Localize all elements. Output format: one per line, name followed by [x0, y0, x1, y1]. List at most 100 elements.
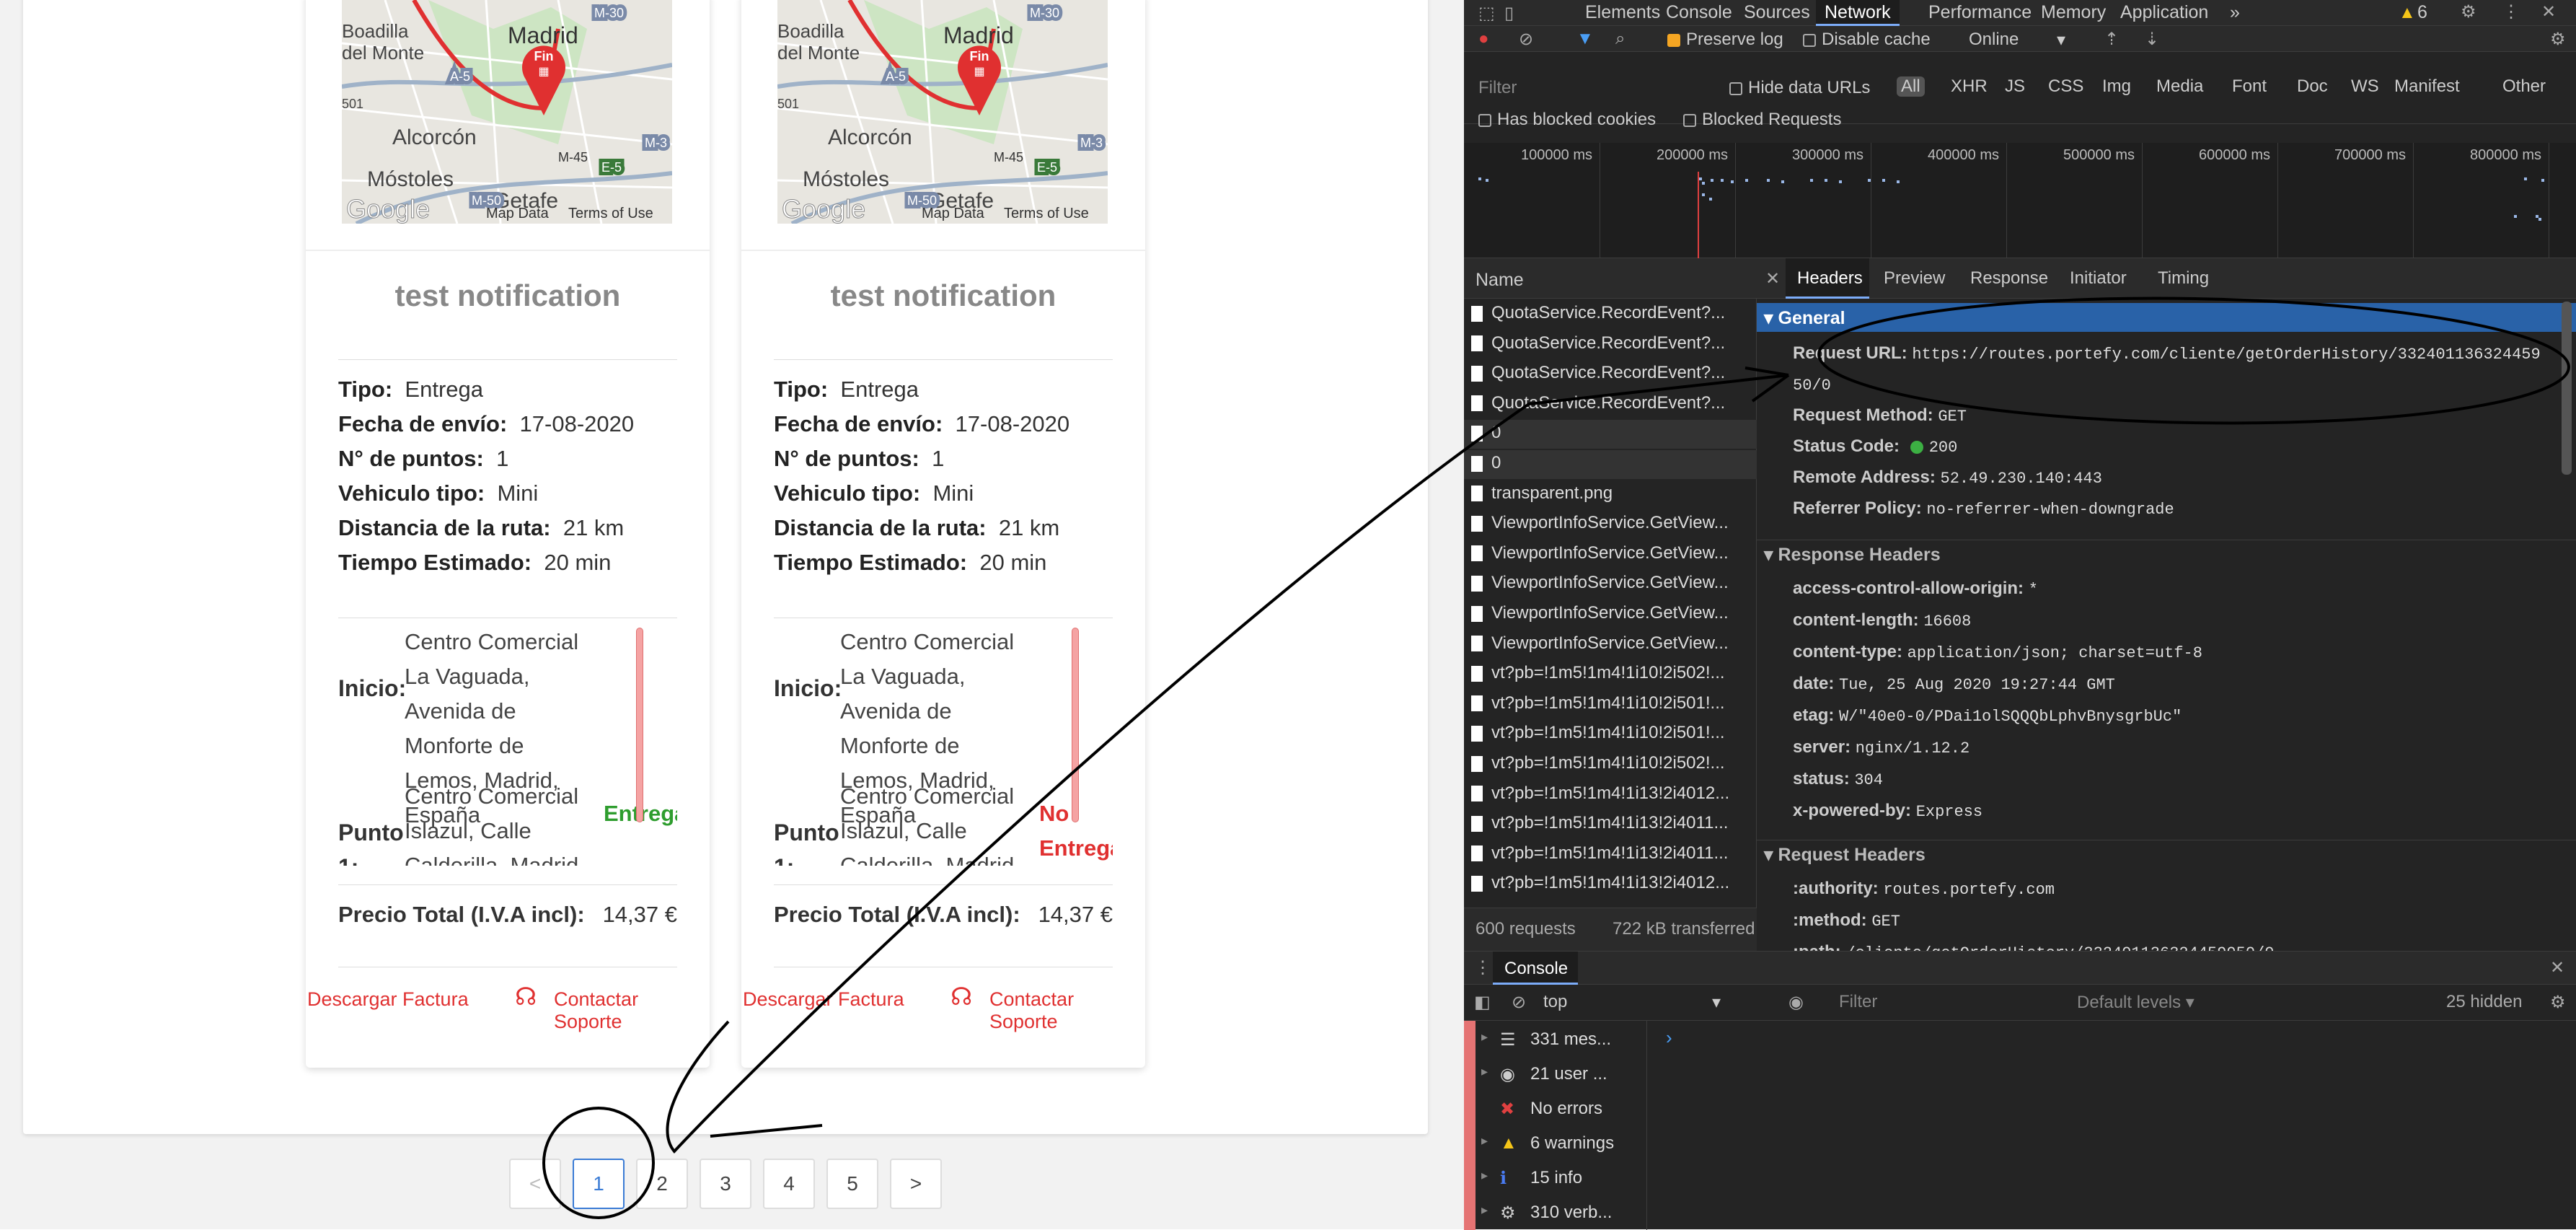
network-timeline-overview[interactable]: 100000 ms 200000 ms 300000 ms 400000 ms 5000…	[1464, 143, 2576, 258]
preserve-log-checkbox[interactable]: Preserve log	[1667, 30, 1783, 50]
tab-headers[interactable]: Headers	[1797, 268, 1863, 289]
inspect-icon[interactable]: ⬚	[1478, 3, 1495, 24]
tab-preview[interactable]: Preview	[1884, 268, 1945, 289]
has-blocked-cookies-checkbox[interactable]: Has blocked cookies	[1478, 110, 1656, 130]
page-4-button[interactable]: 4	[763, 1159, 815, 1209]
request-row[interactable]: ViewportInfoService.GetView...	[1471, 513, 1752, 533]
request-row[interactable]: transparent.png	[1471, 483, 1752, 504]
type-filter-font[interactable]: Font	[2232, 76, 2267, 97]
console-filter-item[interactable]: 310 verb...	[1530, 1203, 1612, 1223]
next-page-button[interactable]: >	[890, 1159, 942, 1209]
console-filter-item[interactable]: 6 warnings	[1530, 1133, 1614, 1154]
hide-data-urls-checkbox[interactable]: Hide data URLs	[1729, 78, 1870, 98]
request-row[interactable]: vt?pb=!1m5!1m4!1i13!2i4012...	[1471, 873, 1752, 893]
download-invoice-link[interactable]: Descargar Factura	[307, 988, 469, 1011]
context-select[interactable]: top ▾	[1543, 992, 1731, 1012]
close-details-icon[interactable]: ✕	[1765, 268, 1780, 289]
type-filter-ws[interactable]: WS	[2351, 76, 2379, 97]
page-3-button[interactable]: 3	[700, 1159, 751, 1209]
blocked-requests-checkbox[interactable]: Blocked Requests	[1683, 110, 1841, 130]
filter-icon[interactable]: ▼	[1576, 29, 1594, 49]
tab-timing[interactable]: Timing	[2158, 268, 2209, 289]
tab-performance[interactable]: Performance	[1928, 0, 2032, 26]
type-filter-media[interactable]: Media	[2156, 76, 2203, 97]
console-prompt[interactable]: ›	[1666, 1027, 1672, 1049]
route-stops-list[interactable]: Inicio: Centro Comercial La Vaguada, Ave…	[338, 625, 677, 866]
request-row[interactable]: QuotaService.RecordEvent?...	[1471, 333, 1752, 353]
kebab-menu-icon[interactable]: ⋮	[2502, 1, 2520, 22]
console-filter-item[interactable]: No errors	[1530, 1099, 1602, 1119]
page-1-button[interactable]: 1	[573, 1159, 625, 1209]
response-headers-toggle[interactable]: ▾ Response Headers	[1764, 544, 1941, 566]
tab-initiator[interactable]: Initiator	[2070, 268, 2127, 289]
type-filter-js[interactable]: JS	[2005, 76, 2025, 97]
type-filter-manifest[interactable]: Manifest	[2394, 76, 2460, 97]
request-row[interactable]: vt?pb=!1m5!1m4!1i10!2i502!...	[1471, 753, 1752, 773]
request-row[interactable]: ViewportInfoService.GetView...	[1471, 543, 1752, 563]
sidebar-toggle-icon[interactable]: ◧	[1474, 992, 1491, 1013]
contact-support-link[interactable]: Contactar Soporte	[554, 988, 710, 1033]
console-filter-item[interactable]: 21 user ...	[1530, 1064, 1607, 1084]
name-column-header[interactable]: Name	[1476, 270, 1524, 291]
request-row[interactable]: QuotaService.RecordEvent?...	[1471, 393, 1752, 413]
request-row[interactable]: vt?pb=!1m5!1m4!1i10!2i501!...	[1471, 693, 1752, 713]
request-row[interactable]: ViewportInfoService.GetView...	[1471, 633, 1752, 654]
type-filter-css[interactable]: CSS	[2048, 76, 2083, 97]
prev-page-button[interactable]: <	[509, 1159, 561, 1209]
type-filter-other[interactable]: Other	[2502, 76, 2546, 97]
device-toggle-icon[interactable]: ▯	[1504, 3, 1514, 24]
download-invoice-link[interactable]: Descargar Factura	[743, 988, 904, 1011]
stops-scrollbar[interactable]	[636, 628, 643, 822]
page-2-button[interactable]: 2	[636, 1159, 688, 1209]
import-icon[interactable]: ⇡	[2104, 29, 2119, 50]
filter-input[interactable]: Filter	[1478, 78, 1517, 98]
tab-elements[interactable]: Elements	[1585, 0, 1660, 26]
disable-cache-checkbox[interactable]: Disable cache	[1803, 30, 1931, 50]
request-row[interactable]: vt?pb=!1m5!1m4!1i10!2i502!...	[1471, 663, 1752, 683]
request-row[interactable]: vt?pb=!1m5!1m4!1i13!2i4012...	[1471, 783, 1752, 804]
tab-application[interactable]: Application	[2120, 0, 2208, 26]
tab-sources[interactable]: Sources	[1744, 0, 1810, 26]
search-icon[interactable]: ⌕	[1615, 29, 1625, 49]
clear-icon[interactable]: ⊘	[1519, 29, 1533, 50]
request-row[interactable]: 0	[1471, 423, 1752, 443]
throttle-select[interactable]: Online ▾	[1969, 30, 2070, 50]
type-filter-all[interactable]: All	[1897, 76, 1925, 97]
more-tabs-button[interactable]: »	[2230, 0, 2240, 26]
request-row[interactable]: QuotaService.RecordEvent?...	[1471, 303, 1752, 323]
console-tab[interactable]: Console	[1504, 959, 1568, 979]
stops-scrollbar[interactable]	[1072, 628, 1079, 822]
network-settings-icon[interactable]: ⚙	[2550, 29, 2566, 50]
type-filter-img[interactable]: Img	[2102, 76, 2131, 97]
type-filter-doc[interactable]: Doc	[2297, 76, 2328, 97]
console-filter-input[interactable]: Filter	[1839, 992, 1877, 1012]
general-section-toggle[interactable]: ▾ General	[1764, 307, 1845, 329]
warning-icon[interactable]: ▲	[2399, 3, 2416, 23]
tab-response[interactable]: Response	[1970, 268, 2048, 289]
request-headers-toggle[interactable]: ▾ Request Headers	[1764, 844, 1926, 866]
request-row[interactable]: ViewportInfoService.GetView...	[1471, 603, 1752, 623]
eye-icon[interactable]: ◉	[1788, 992, 1804, 1013]
close-icon[interactable]: ✕	[2541, 1, 2556, 22]
export-icon[interactable]: ⇣	[2145, 29, 2159, 50]
tab-network[interactable]: Network	[1816, 0, 1900, 26]
close-drawer-icon[interactable]: ✕	[2550, 957, 2564, 978]
log-levels-select[interactable]: Default levels ▾	[2077, 992, 2195, 1013]
console-filter-item[interactable]: 15 info	[1530, 1168, 1582, 1188]
record-icon[interactable]: ●	[1478, 29, 1489, 49]
clear-console-icon[interactable]: ⊘	[1512, 992, 1526, 1013]
route-stops-list[interactable]: Inicio: Centro Comercial La Vaguada, Ave…	[774, 625, 1113, 866]
console-settings-icon[interactable]: ⚙	[2550, 992, 2566, 1013]
gear-icon[interactable]: ⚙	[2461, 1, 2476, 22]
drawer-menu-icon[interactable]: ⋮	[1474, 957, 1491, 978]
request-row[interactable]: vt?pb=!1m5!1m4!1i13!2i4011...	[1471, 843, 1752, 864]
request-row[interactable]: 0	[1471, 453, 1752, 473]
request-row[interactable]: vt?pb=!1m5!1m4!1i13!2i4011...	[1471, 813, 1752, 833]
details-scrollbar[interactable]	[2562, 302, 2572, 475]
route-map[interactable]: Boadilla del Monte Madrid M-30 Alcorcón …	[342, 0, 672, 224]
request-row[interactable]: ViewportInfoService.GetView...	[1471, 573, 1752, 593]
route-map[interactable]: Boadilla del Monte Madrid M-30 Alcorcón …	[777, 0, 1108, 224]
type-filter-xhr[interactable]: XHR	[1951, 76, 1988, 97]
contact-support-link[interactable]: Contactar Soporte	[989, 988, 1145, 1033]
page-5-button[interactable]: 5	[826, 1159, 878, 1209]
